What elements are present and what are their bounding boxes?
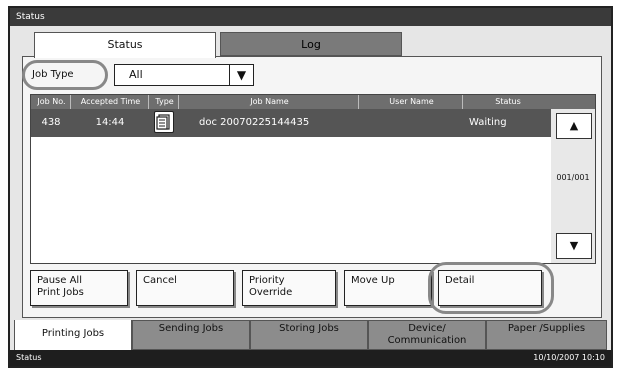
status-bar-label: Status bbox=[16, 353, 42, 362]
document-icon bbox=[154, 111, 174, 133]
row-status: Waiting bbox=[469, 117, 507, 128]
bottom-tab-bar: Printing Jobs Sending Jobs Storing Jobs … bbox=[10, 320, 611, 352]
tab-status[interactable]: Status bbox=[34, 32, 216, 58]
list-scrollbar: ▲ 001/001 ▼ bbox=[551, 109, 595, 263]
triangle-down-icon: ▼ bbox=[569, 239, 579, 252]
header-job-no: Job No. bbox=[31, 95, 71, 109]
status-bar: Status 10/10/2007 10:10 bbox=[10, 350, 611, 366]
tab-device-communication[interactable]: Device/ Communication bbox=[368, 320, 486, 350]
pause-all-print-jobs-button[interactable]: Pause All Print Jobs bbox=[30, 270, 128, 306]
job-list-header: Job No. Accepted Time Type Job Name User… bbox=[31, 95, 595, 109]
status-screen: Status Status Log Job Type All ▼ Job No.… bbox=[8, 6, 613, 368]
row-user-name bbox=[359, 109, 463, 137]
triangle-up-icon: ▲ bbox=[569, 119, 579, 132]
status-bar-datetime: 10/10/2007 10:10 bbox=[533, 353, 605, 362]
tab-status-label: Status bbox=[107, 38, 143, 51]
page-indicator: 001/001 bbox=[556, 173, 590, 182]
tab-storing-jobs[interactable]: Storing Jobs bbox=[250, 320, 368, 350]
priority-override-button[interactable]: Priority Override bbox=[242, 270, 336, 306]
tab-sending-jobs[interactable]: Sending Jobs bbox=[132, 320, 250, 350]
tab-log-label: Log bbox=[301, 38, 321, 51]
header-accepted-time: Accepted Time bbox=[71, 95, 149, 109]
job-type-value: All bbox=[129, 68, 143, 81]
job-list: Job No. Accepted Time Type Job Name User… bbox=[30, 94, 596, 264]
header-user-name: User Name bbox=[359, 95, 463, 109]
detail-button[interactable]: Detail bbox=[438, 270, 542, 306]
job-type-select[interactable]: All ▼ bbox=[114, 64, 254, 86]
scroll-up-button[interactable]: ▲ bbox=[556, 113, 592, 139]
job-type-label: Job Type bbox=[32, 69, 74, 80]
row-job-name: doc 20070225144435 bbox=[199, 117, 310, 128]
tab-paper-supplies[interactable]: Paper /Supplies bbox=[486, 320, 607, 350]
header-job-name: Job Name bbox=[179, 95, 359, 109]
cancel-button[interactable]: Cancel bbox=[136, 270, 234, 306]
screen-title: Status bbox=[10, 8, 611, 26]
header-status: Status bbox=[495, 97, 521, 106]
move-up-button[interactable]: Move Up bbox=[344, 270, 432, 306]
header-type: Type bbox=[149, 95, 179, 109]
table-row[interactable]: 438 14:44 doc 20070225144435 Waiting bbox=[31, 109, 551, 137]
row-accepted-time: 14:44 bbox=[95, 117, 125, 128]
chevron-down-icon[interactable]: ▼ bbox=[229, 65, 253, 85]
tab-log[interactable]: Log bbox=[220, 32, 402, 56]
row-job-no: 438 bbox=[41, 117, 61, 128]
tab-printing-jobs[interactable]: Printing Jobs bbox=[14, 320, 132, 352]
scroll-down-button[interactable]: ▼ bbox=[556, 233, 592, 259]
